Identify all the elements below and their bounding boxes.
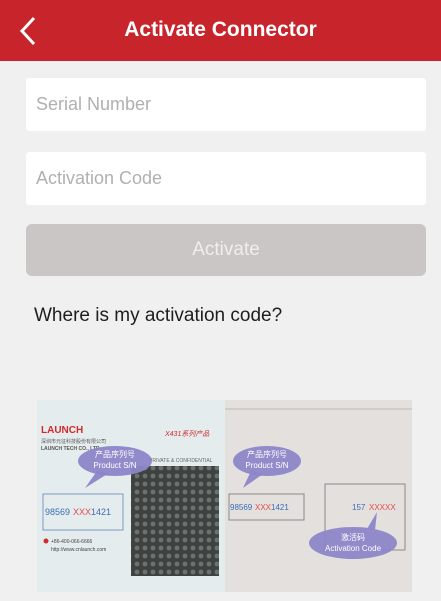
activation-code-label-cn: 激活码 (341, 532, 365, 542)
right-serial-suffix: 1421 (271, 503, 289, 512)
right-card-edge (225, 408, 412, 410)
right-code-prefix: 157 (352, 503, 366, 512)
right-serial-mask: XXX (255, 503, 272, 512)
card-photo: LAUNCH 深圳市元征科技股份有限公司 LAUNCH TECH CO., LT… (37, 400, 412, 592)
serial-number-input[interactable] (26, 78, 426, 131)
activation-code-bubble (309, 527, 397, 559)
company-cn-text: 深圳市元征科技股份有限公司 (41, 438, 106, 445)
left-product-sn-label: Product S/N (93, 461, 136, 470)
right-product-sn-label: Product S/N (245, 461, 288, 470)
right-serial-prefix: 98569 (230, 503, 253, 512)
confidential-text: PRIVATE & CONFIDENTIAL (149, 458, 213, 464)
activation-code-input[interactable] (26, 152, 426, 205)
left-serial-prefix: 98569 (45, 507, 70, 517)
left-serial-suffix: 1421 (91, 507, 111, 517)
activation-code-location-photo: LAUNCH 深圳市元征科技股份有限公司 LAUNCH TECH CO., LT… (37, 400, 412, 592)
left-sn-label-cn: 产品序列号 (95, 449, 135, 459)
phone-text: +86-400-066-6666 (51, 539, 93, 545)
website-text: http://www.cnlaunch.com (51, 547, 106, 553)
phone-icon (43, 538, 49, 544)
right-card (225, 400, 412, 592)
app-header: Activate Connector (0, 0, 441, 61)
right-sn-label-cn: 产品序列号 (247, 449, 287, 459)
page-title: Activate Connector (124, 18, 317, 41)
activate-button[interactable]: Activate (26, 224, 426, 276)
barcode-pattern (131, 466, 219, 576)
left-serial-mask: XXX (73, 507, 91, 517)
activation-code-label: Activation Code (325, 544, 382, 553)
series-text: X431系列产品 (164, 430, 210, 438)
activation-code-help-text: Where is my activation code? (34, 305, 283, 326)
right-code-mask: XXXXX (369, 503, 396, 512)
brand-logo-text: LAUNCH (41, 425, 83, 436)
